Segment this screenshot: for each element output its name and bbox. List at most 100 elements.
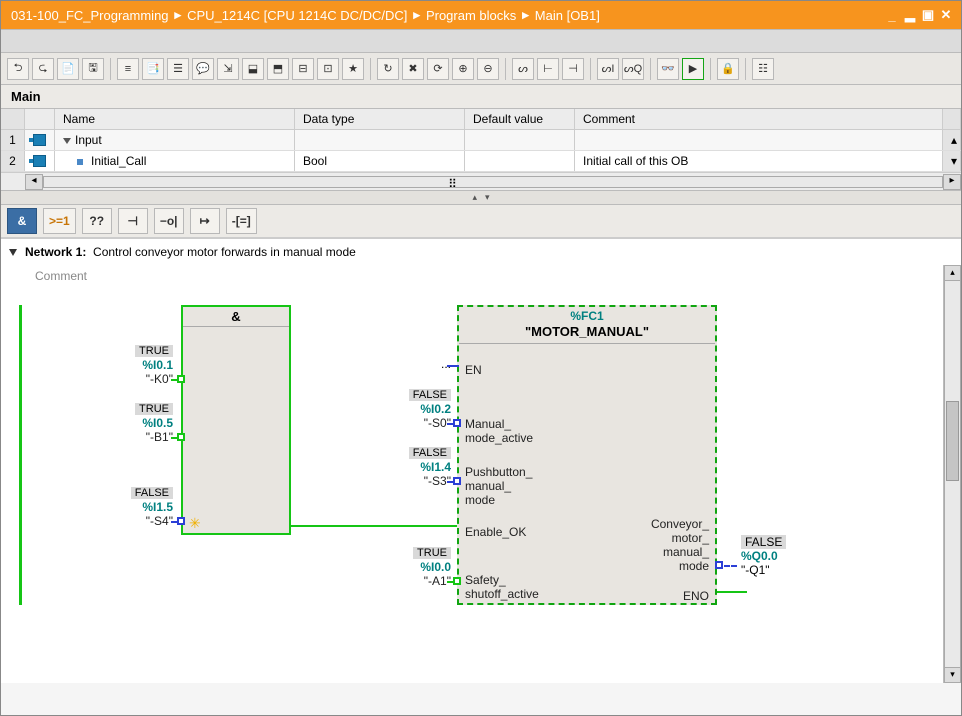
toolbar-btn[interactable]: ★ bbox=[342, 58, 364, 80]
toolbar-btn[interactable]: ⊢ bbox=[537, 58, 559, 80]
toolbar-btn[interactable]: 📑 bbox=[142, 58, 164, 80]
toolbar-btn[interactable]: ⊖ bbox=[477, 58, 499, 80]
row-name[interactable]: Initial_Call bbox=[55, 151, 295, 171]
scroll-left-icon[interactable]: ◂ bbox=[25, 174, 43, 190]
signal[interactable]: TRUE %I0.1 "-K0" bbox=[101, 343, 173, 386]
toolbar-btn[interactable]: ≡ bbox=[117, 58, 139, 80]
lad-ncontact-button[interactable]: −o| bbox=[154, 208, 184, 234]
scroll-track[interactable]: ⠿ bbox=[43, 176, 943, 188]
fc-port-en: EN bbox=[465, 363, 482, 377]
grid-hscroll[interactable]: ◂ ⠿ ▸ bbox=[1, 172, 961, 190]
toolbar-btn[interactable]: ⊟ bbox=[292, 58, 314, 80]
network-title[interactable]: Control conveyor motor forwards in manua… bbox=[93, 245, 356, 259]
lad-and-button[interactable]: & bbox=[7, 208, 37, 234]
and-op: & bbox=[183, 307, 289, 327]
signal[interactable]: TRUE %I0.0 "-A1" bbox=[389, 545, 451, 588]
lad-empty-button[interactable]: ?? bbox=[82, 208, 112, 234]
row-num: 1 bbox=[1, 130, 25, 150]
scroll-down-icon[interactable]: ▾ bbox=[943, 151, 961, 171]
fc-port-safety: Safety_ shutoff_active bbox=[465, 573, 539, 601]
splitter[interactable]: ▴▾ bbox=[1, 191, 961, 205]
toolbar-btn[interactable]: ↻ bbox=[377, 58, 399, 80]
grid-row[interactable]: 2 Initial_Call Bool Initial call of this… bbox=[1, 151, 961, 172]
toolbar-btn[interactable]: ⊣ bbox=[562, 58, 584, 80]
toolbar-btn[interactable]: ⊕ bbox=[452, 58, 474, 80]
toolbar-btn[interactable]: ⮌ bbox=[7, 58, 29, 80]
restore-button[interactable]: ▂ bbox=[901, 7, 919, 23]
toolbar-btn[interactable]: ▶ bbox=[682, 58, 704, 80]
toolbar-btn[interactable]: ᔕQ bbox=[622, 58, 644, 80]
minimize-button[interactable]: _ bbox=[883, 8, 901, 23]
fc-block[interactable]: %FC1 "MOTOR_MANUAL" EN Manual_ mode_acti… bbox=[457, 305, 717, 605]
toolbar-btn[interactable]: ⮎ bbox=[32, 58, 54, 80]
signal-out[interactable]: FALSE %Q0.0 "-Q1" bbox=[741, 535, 786, 577]
signal[interactable]: FALSE %I1.5 "-S4" bbox=[101, 485, 173, 528]
hdr-comment[interactable]: Comment bbox=[575, 109, 943, 129]
toolbar-btn[interactable]: ᔕI bbox=[597, 58, 619, 80]
breadcrumb-sep: ▸ bbox=[520, 7, 531, 23]
expand-icon[interactable] bbox=[63, 138, 71, 144]
scroll-thumb[interactable] bbox=[946, 401, 959, 481]
toolbar-btn[interactable]: 🔒 bbox=[717, 58, 739, 80]
network-label: Network 1: bbox=[25, 245, 86, 259]
maximize-button[interactable]: ▣ bbox=[919, 7, 937, 23]
fc-port-enok: Enable_OK bbox=[465, 525, 526, 539]
toolbar-btn[interactable]: ☰ bbox=[167, 58, 189, 80]
lad-coil-button[interactable]: -[=] bbox=[226, 208, 257, 234]
toolbar-btn[interactable]: ☷ bbox=[752, 58, 774, 80]
toolbar-btn[interactable]: ✖ bbox=[402, 58, 424, 80]
network-comment[interactable]: Comment bbox=[35, 269, 87, 283]
row-comment[interactable] bbox=[575, 130, 943, 150]
canvas-vscroll[interactable]: ▴ ▾ bbox=[943, 265, 961, 683]
signal[interactable]: FALSE %I1.4 "-S3" bbox=[389, 445, 451, 488]
hdr-def[interactable]: Default value bbox=[465, 109, 575, 129]
lad-contact-button[interactable]: ⊣ bbox=[118, 208, 148, 234]
node bbox=[177, 375, 185, 383]
lad-branch-button[interactable]: ↦ bbox=[190, 208, 220, 234]
breadcrumb-sep: ▸ bbox=[173, 7, 184, 23]
lad-or-button[interactable]: >=1 bbox=[43, 208, 76, 234]
grid-corner2 bbox=[25, 109, 55, 129]
grid-row[interactable]: 1 Input ▴ bbox=[1, 130, 961, 151]
fc-port-eno: ENO bbox=[683, 589, 709, 603]
node bbox=[177, 517, 185, 525]
signal[interactable]: ... bbox=[411, 357, 451, 371]
lad-toolbar: & >=1 ?? ⊣ −o| ↦ -[=] bbox=[1, 205, 961, 239]
node bbox=[453, 477, 461, 485]
wire-eno bbox=[717, 591, 747, 593]
scroll-up-icon[interactable]: ▴ bbox=[944, 265, 961, 281]
scroll-down-icon[interactable]: ▾ bbox=[944, 667, 961, 683]
collapse-icon[interactable] bbox=[9, 249, 17, 256]
breadcrumb-0[interactable]: 031-100_FC_Programming bbox=[7, 8, 173, 23]
toolbar-btn[interactable]: ⬒ bbox=[267, 58, 289, 80]
ladder-canvas[interactable]: Comment & TRUE %I0.1 "-K0" TRUE %I0.5 "-… bbox=[1, 265, 943, 683]
hdr-name[interactable]: Name bbox=[55, 109, 295, 129]
toolbar-btn[interactable]: 💬 bbox=[192, 58, 214, 80]
breadcrumb-2[interactable]: Program blocks bbox=[422, 8, 520, 23]
and-block[interactable]: & bbox=[181, 305, 291, 535]
scroll-up-icon[interactable]: ▴ bbox=[943, 130, 961, 150]
row-comment[interactable]: Initial call of this OB bbox=[575, 151, 943, 171]
row-def[interactable] bbox=[465, 130, 575, 150]
row-def[interactable] bbox=[465, 151, 575, 171]
toolbar-btn[interactable]: ⇲ bbox=[217, 58, 239, 80]
toolbar-btn[interactable]: 👓 bbox=[657, 58, 679, 80]
row-dtype[interactable] bbox=[295, 130, 465, 150]
toolbar-btn[interactable]: ⊡ bbox=[317, 58, 339, 80]
breadcrumb-1[interactable]: CPU_1214C [CPU 1214C DC/DC/DC] bbox=[183, 8, 411, 23]
scroll-right-icon[interactable]: ▸ bbox=[943, 174, 961, 190]
signal[interactable]: FALSE %I0.2 "-S0" bbox=[389, 387, 451, 430]
row-name[interactable]: Input bbox=[55, 130, 295, 150]
toolbar-btn[interactable]: 📄 bbox=[57, 58, 79, 80]
hdr-dtype[interactable]: Data type bbox=[295, 109, 465, 129]
toolbar-btn[interactable]: 🖫 bbox=[82, 58, 104, 80]
scroll-track[interactable] bbox=[944, 281, 961, 667]
toolbar-btn[interactable]: ⬓ bbox=[242, 58, 264, 80]
row-dtype[interactable]: Bool bbox=[295, 151, 465, 171]
signal[interactable]: TRUE %I0.5 "-B1" bbox=[101, 401, 173, 444]
close-button[interactable]: ✕ bbox=[937, 7, 955, 23]
network-header[interactable]: Network 1: Control conveyor motor forwar… bbox=[1, 239, 961, 265]
toolbar-btn[interactable]: ᔕ bbox=[512, 58, 534, 80]
toolbar-btn[interactable]: ⟳ bbox=[427, 58, 449, 80]
breadcrumb-3[interactable]: Main [OB1] bbox=[531, 8, 604, 23]
